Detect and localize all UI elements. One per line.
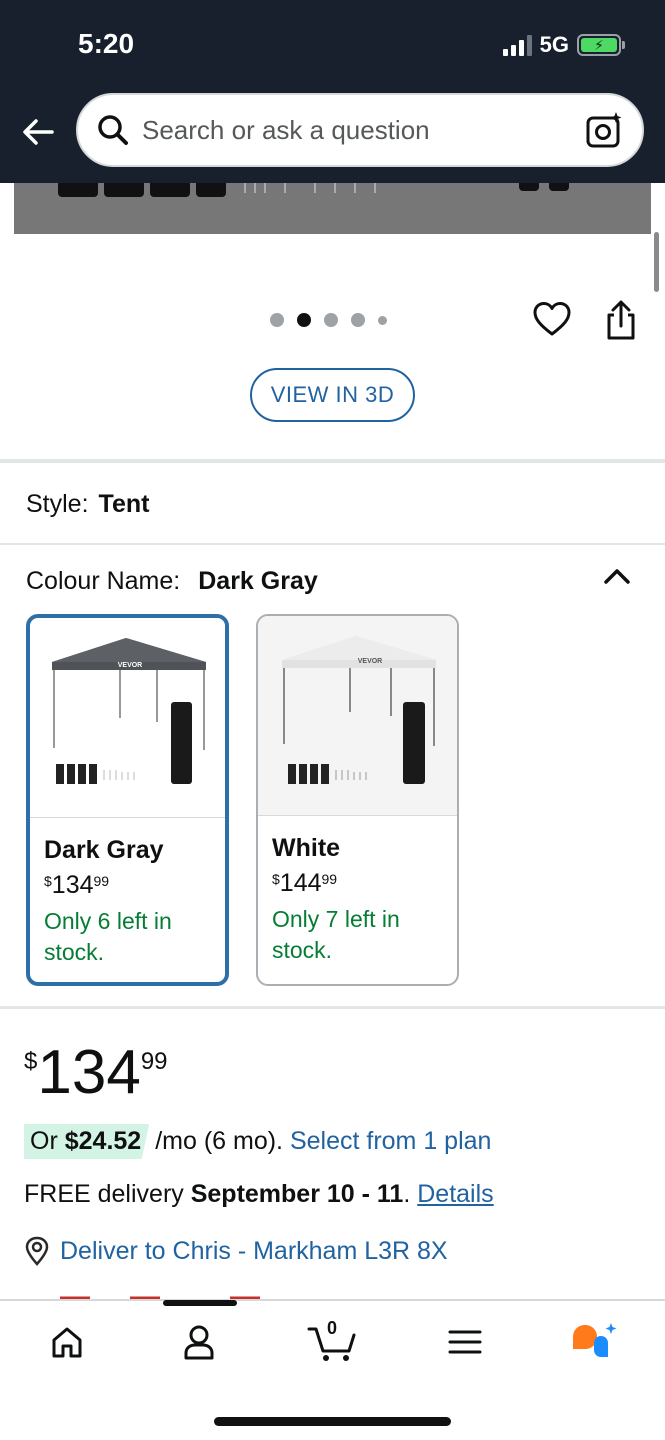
nav-account[interactable] [174, 1320, 224, 1364]
status-indicators: 5G ⚡ [502, 32, 625, 58]
section-divider [0, 543, 665, 545]
stock-status: Only 7 left in stock. [272, 906, 400, 963]
image-pagination[interactable] [270, 313, 387, 327]
nav-home[interactable] [42, 1320, 92, 1364]
section-divider [0, 459, 665, 463]
chevron-up-icon[interactable] [601, 562, 633, 590]
colour-option-price: $134 99 [44, 871, 110, 899]
monthly-plan-badge: Or $24.52 [24, 1124, 150, 1159]
colour-label: Colour Name: [26, 567, 181, 595]
pagination-dot[interactable] [270, 313, 284, 327]
product-price: $134 99 [24, 1038, 168, 1107]
battery-charging-icon: ⚡ [577, 34, 625, 56]
nav-menu[interactable] [440, 1320, 490, 1364]
location-pin-icon [25, 1236, 49, 1266]
deliver-to-text[interactable]: Deliver to Chris - Markham L3R 8X [60, 1237, 448, 1266]
view-in-3d-button[interactable]: VIEW IN 3D [250, 368, 415, 422]
pagination-dot[interactable] [324, 313, 338, 327]
pagination-dot-active[interactable] [297, 313, 311, 327]
colour-option-dark-gray[interactable]: VEVOR Dark Gray $134 99 Only 6 left in st… [26, 614, 229, 986]
rufus-assistant-icon [573, 1323, 617, 1357]
tent-dark-gray-image: VEVOR [52, 638, 206, 784]
stock-status: Only 6 left in stock. [44, 908, 172, 965]
select-plan-link[interactable]: Select from 1 plan [290, 1127, 492, 1156]
colour-swatch-image: VEVOR [258, 616, 457, 816]
camera-lens-icon[interactable] [584, 110, 624, 150]
colour-option-price: $144 99 [272, 869, 338, 897]
back-arrow-icon[interactable] [18, 112, 58, 152]
product-image[interactable] [14, 183, 651, 234]
account-icon [184, 1325, 214, 1360]
search-icon [98, 115, 128, 145]
search-bar[interactable]: Search or ask a question [76, 93, 644, 167]
scrollbar[interactable] [654, 232, 659, 292]
style-label: Style: [26, 490, 89, 518]
colour-value: Dark Gray [198, 567, 318, 595]
colour-selector-header[interactable]: Colour Name: Dark Gray [26, 567, 318, 596]
status-time: 5:20 [78, 28, 135, 59]
plan-term: /mo (6 mo). [155, 1127, 283, 1155]
cart-count: 0 [327, 1318, 338, 1338]
style-selector[interactable]: Style: Tent [26, 490, 149, 519]
share-icon[interactable] [601, 299, 641, 341]
tent-white-image: VEVOR [282, 636, 436, 784]
home-indicator [214, 1417, 451, 1426]
style-value: Tent [98, 490, 150, 518]
nav-assistant[interactable] [570, 1320, 620, 1364]
colour-option-name: Dark Gray [44, 836, 164, 864]
nav-cart[interactable]: 0 [305, 1318, 361, 1364]
colour-option-white[interactable]: VEVOR White $144 99 Only 7 left in stock. [256, 614, 459, 986]
cellular-signal-icon [502, 34, 532, 56]
delivery-info: FREE delivery September 10 - 11. Details [24, 1180, 494, 1208]
home-icon [52, 1327, 82, 1358]
search-input[interactable]: Search or ask a question [142, 115, 584, 146]
pagination-dot[interactable] [378, 315, 387, 325]
delivery-details-link[interactable]: Details [417, 1180, 493, 1208]
pagination-dot[interactable] [351, 313, 365, 327]
active-tab-indicator [163, 1300, 237, 1306]
monthly-plan-row: Or $24.52 /mo (6 mo). Select from 1 plan [24, 1124, 491, 1159]
colour-swatch-image: VEVOR [30, 618, 225, 818]
deliver-to-location[interactable]: Deliver to Chris - Markham L3R 8X [24, 1236, 448, 1266]
colour-option-name: White [272, 834, 341, 862]
svg-text:VEVOR: VEVOR [118, 662, 143, 669]
menu-icon [448, 1330, 482, 1354]
heart-icon[interactable] [532, 300, 572, 340]
svg-text:VEVOR: VEVOR [358, 658, 383, 665]
section-divider [0, 1006, 665, 1009]
network-label: 5G [539, 32, 569, 57]
